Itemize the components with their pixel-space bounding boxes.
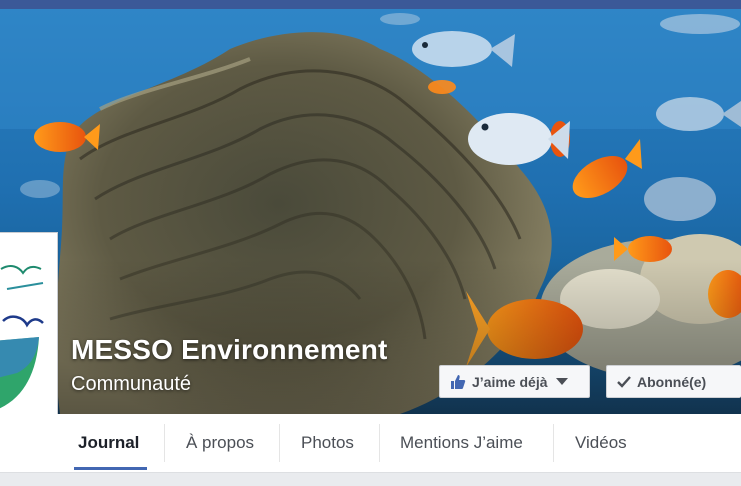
tab-videos[interactable]: Vidéos bbox=[575, 414, 627, 472]
tab-divider bbox=[279, 424, 280, 462]
thumbs-up-icon bbox=[450, 374, 466, 390]
caret-down-icon bbox=[555, 377, 568, 386]
page-category: Communauté bbox=[71, 373, 192, 395]
tab-divider bbox=[379, 424, 380, 462]
follow-button-label: Abonné(e) bbox=[637, 373, 707, 390]
tab-photos[interactable]: Photos bbox=[301, 414, 354, 472]
page-title: MESSO Environnement bbox=[71, 334, 388, 365]
tab-divider bbox=[164, 424, 165, 462]
like-button-label: J’aime déjà bbox=[472, 373, 548, 390]
like-button[interactable]: J’aime déjà bbox=[439, 365, 590, 398]
page-tabs-bar: Journal À propos Photos Mentions J’aime … bbox=[0, 414, 741, 473]
tab-mentions-jaime[interactable]: Mentions J’aime bbox=[400, 414, 523, 472]
active-tab-indicator bbox=[74, 467, 147, 470]
tab-divider bbox=[553, 424, 554, 462]
tab-journal[interactable]: Journal bbox=[78, 414, 139, 472]
top-bar bbox=[0, 0, 741, 9]
tab-a-propos[interactable]: À propos bbox=[186, 414, 254, 472]
checkmark-icon bbox=[617, 375, 631, 388]
follow-button[interactable]: Abonné(e) bbox=[606, 365, 741, 398]
